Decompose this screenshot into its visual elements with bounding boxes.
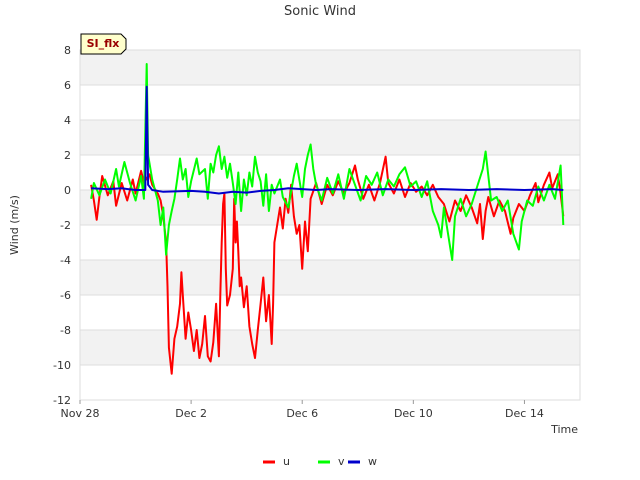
y-tick-label: -12 xyxy=(53,394,71,407)
x-tick-label: Dec 6 xyxy=(286,407,318,420)
x-tick-label: Dec 2 xyxy=(175,407,207,420)
x-tick-labels: Nov 28 Dec 2 Dec 6 Dec 10 Dec 14 xyxy=(61,400,544,420)
legend-label-u: u xyxy=(283,455,290,468)
y-tick-label: -4 xyxy=(60,254,71,267)
y-tick-label: -2 xyxy=(60,219,71,232)
badge: SI_flx xyxy=(80,33,127,55)
y-tick-label: 6 xyxy=(64,79,71,92)
y-tick-label: -6 xyxy=(60,289,71,302)
x-tick-label: Dec 10 xyxy=(394,407,433,420)
y-tick-labels: -12 -10 -8 -6 -4 -2 0 2 4 6 8 xyxy=(53,44,71,407)
grid-band xyxy=(80,120,580,155)
x-axis-label: Time xyxy=(550,423,578,436)
y-axis-label: Wind (m/s) xyxy=(8,195,21,255)
sonic-wind-chart: Sonic Wind -12 -10 -8 -6 -4 -2 0 2 4 6 8 Nov 28 Dec… xyxy=(8,4,581,468)
legend-label-v: v xyxy=(338,455,345,468)
x-tick-label: Dec 14 xyxy=(505,407,544,420)
chart-title: Sonic Wind xyxy=(284,4,356,19)
y-tick-label: 0 xyxy=(64,184,71,197)
grid-band xyxy=(80,330,580,365)
y-tick-label: 2 xyxy=(64,149,71,162)
grid-band xyxy=(80,50,580,85)
y-tick-label: -8 xyxy=(60,324,71,337)
badge-text: SI_flx xyxy=(87,37,120,50)
x-tick-label: Nov 28 xyxy=(61,407,100,420)
legend: u v w xyxy=(263,455,377,468)
y-tick-label: 8 xyxy=(64,44,71,57)
grid-band xyxy=(80,260,580,295)
y-tick-label: 4 xyxy=(64,114,71,127)
legend-label-w: w xyxy=(368,455,377,468)
y-tick-label: -10 xyxy=(53,359,71,372)
